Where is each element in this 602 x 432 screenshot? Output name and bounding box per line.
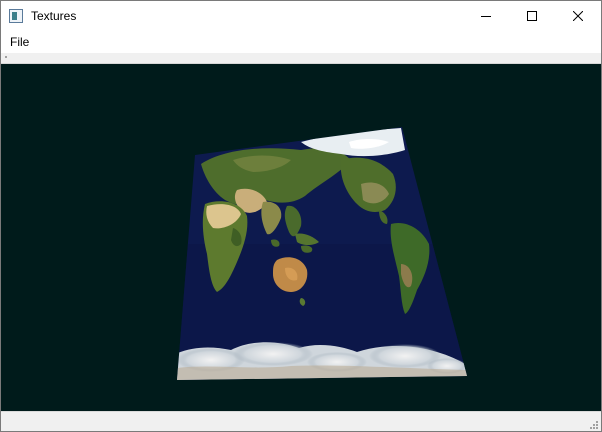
earth-texture — [177, 127, 467, 380]
app-window: Textures File — [0, 0, 602, 432]
gl-viewport[interactable] — [1, 64, 601, 411]
app-icon — [9, 9, 23, 23]
textured-quad-scene — [177, 127, 467, 380]
close-button[interactable] — [555, 1, 601, 31]
menu-file[interactable]: File — [10, 35, 29, 49]
toolbar-strip — [1, 53, 601, 64]
menu-bar: File — [1, 31, 601, 53]
toolbar-grip[interactable] — [5, 56, 7, 58]
maximize-icon — [527, 11, 537, 21]
title-bar[interactable]: Textures — [1, 1, 601, 31]
resize-grip-icon[interactable] — [589, 420, 599, 430]
close-icon — [573, 11, 583, 21]
maximize-button[interactable] — [509, 1, 555, 31]
minimize-button[interactable] — [463, 1, 509, 31]
status-bar — [1, 411, 601, 431]
window-title: Textures — [31, 9, 77, 23]
minimize-icon — [481, 16, 491, 17]
